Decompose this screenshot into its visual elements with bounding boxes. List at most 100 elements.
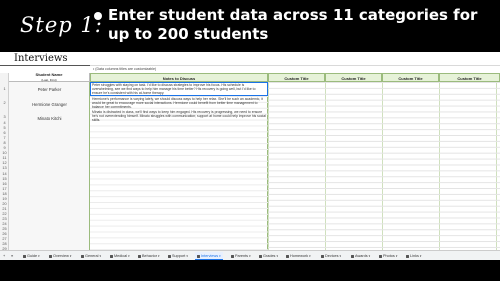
sheet-tab-behavior[interactable]: Behavior▾ xyxy=(136,252,162,260)
chevron-down-icon[interactable]: ▾ xyxy=(340,254,342,258)
chevron-down-icon[interactable]: ▾ xyxy=(276,254,278,258)
sheet-tab-label: Homework xyxy=(290,254,309,258)
step-label: Step 1: xyxy=(20,13,103,37)
row-number[interactable]: 4 xyxy=(0,121,9,125)
student-name-cell[interactable]: Peter Parker xyxy=(9,87,90,92)
row-number[interactable]: 23 xyxy=(0,217,9,221)
chevron-down-icon[interactable]: ▾ xyxy=(249,254,251,258)
notes-header[interactable]: Notes to Discuss xyxy=(90,73,268,82)
add-sheet-icon[interactable]: + xyxy=(3,253,5,259)
student-name-header[interactable]: Student Name (Last, First) xyxy=(9,72,90,82)
sheet-tab-guide[interactable]: Guide▾ xyxy=(21,252,42,260)
row-number[interactable]: 15 xyxy=(0,177,9,181)
bullet-dot xyxy=(94,12,102,20)
sheet-tab-homework[interactable]: Homework▾ xyxy=(284,252,313,260)
row-number[interactable]: 17 xyxy=(0,187,9,191)
sheet-tab-label: General xyxy=(85,254,99,258)
row-number[interactable]: 5 xyxy=(0,126,9,130)
selected-cell-outline xyxy=(90,82,268,96)
lock-icon xyxy=(138,254,141,258)
student-name-column: Peter Parker Hermione Granger Minato Kit… xyxy=(9,82,90,259)
lock-icon xyxy=(321,254,324,258)
sheet-tab-label: Medical xyxy=(114,254,128,258)
row-number[interactable]: 14 xyxy=(0,172,9,176)
row-number[interactable]: 25 xyxy=(0,227,9,231)
row-number[interactable]: 16 xyxy=(0,182,9,186)
sheet-tab-label: Guide xyxy=(27,254,38,258)
sheet-tab-support[interactable]: Support▾ xyxy=(166,252,190,260)
chevron-down-icon[interactable]: ▾ xyxy=(100,254,102,258)
row-number[interactable]: 13 xyxy=(0,166,9,170)
lock-icon xyxy=(81,254,84,258)
chevron-down-icon[interactable]: ▾ xyxy=(396,254,398,258)
lock-icon xyxy=(49,254,52,258)
row-number[interactable]: 22 xyxy=(0,212,9,216)
chevron-down-icon[interactable]: ▾ xyxy=(38,254,40,258)
sheet-tab-devices[interactable]: Devices▾ xyxy=(319,252,343,260)
notes-cell[interactable]: Hermione's performance is varying lately… xyxy=(92,97,266,110)
sheet-tab-label: Overview xyxy=(53,254,69,258)
sheet-tab-label: Interviews xyxy=(201,254,219,258)
sheet-tab-label: Parents xyxy=(235,254,249,258)
custom-title-header-1[interactable]: Custom Title xyxy=(268,73,325,82)
lock-icon xyxy=(286,254,289,258)
sheet-tab-photos[interactable]: Photos▾ xyxy=(377,252,399,260)
sheet-tab-overview[interactable]: Overview▾ xyxy=(47,252,73,260)
sheet-tab-awards[interactable]: Awards▾ xyxy=(349,252,372,260)
row-number[interactable]: 7 xyxy=(0,136,9,140)
sheet-tab-interviews[interactable]: Interviews▾ xyxy=(195,252,223,260)
row-number[interactable]: 21 xyxy=(0,207,9,211)
row-number[interactable]: 6 xyxy=(0,131,9,135)
row-number[interactable]: 12 xyxy=(0,161,9,165)
row-number[interactable]: 20 xyxy=(0,202,9,206)
row-number[interactable]: 11 xyxy=(0,156,9,160)
chevron-down-icon[interactable]: ▾ xyxy=(186,254,188,258)
row-number[interactable]: 3 xyxy=(0,115,9,119)
notes-column: Peter struggles with staying on task. I'… xyxy=(90,82,268,259)
row-number[interactable]: 26 xyxy=(0,232,9,236)
lock-icon xyxy=(351,254,354,258)
custom-title-header-3[interactable]: Custom Title xyxy=(382,73,439,82)
student-name-cell[interactable]: Minato Kitchi xyxy=(9,116,90,121)
sheet-tab-medical[interactable]: Medical▾ xyxy=(108,252,132,260)
title-underline xyxy=(0,65,90,66)
chevron-down-icon[interactable]: ▾ xyxy=(309,254,311,258)
chevron-down-icon[interactable]: ▾ xyxy=(128,254,130,258)
chevron-down-icon[interactable]: ▾ xyxy=(158,254,160,258)
row-number[interactable]: 10 xyxy=(0,151,9,155)
bottom-letterbox xyxy=(0,260,500,281)
row-number[interactable]: 27 xyxy=(0,237,9,241)
custom-title-header-2[interactable]: Custom Title xyxy=(325,73,382,82)
chevron-down-icon[interactable]: ▾ xyxy=(219,254,221,258)
sheet-title-row: Interviews xyxy=(0,52,500,66)
row-number[interactable]: 24 xyxy=(0,222,9,226)
sheet-tab-general[interactable]: General▾ xyxy=(79,252,103,260)
custom-columns-grid[interactable] xyxy=(268,82,500,259)
chevron-down-icon[interactable]: ▾ xyxy=(420,254,422,258)
row-number[interactable]: 28 xyxy=(0,242,9,246)
sheet-tab-label: Links xyxy=(410,254,419,258)
row-number[interactable]: 19 xyxy=(0,197,9,201)
lock-icon xyxy=(379,254,382,258)
lock-icon xyxy=(110,254,113,258)
lock-icon xyxy=(259,254,262,258)
row-number[interactable]: 18 xyxy=(0,192,9,196)
custom-title-header-4[interactable]: Custom Title xyxy=(439,73,500,82)
row-number[interactable]: 8 xyxy=(0,141,9,145)
sheet-tab-links[interactable]: Links▾ xyxy=(404,252,423,260)
lock-icon xyxy=(231,254,234,258)
chevron-down-icon[interactable]: ▾ xyxy=(369,254,371,258)
sheet-tab-grades[interactable]: Grades▾ xyxy=(257,252,280,260)
sheet-tab-parents[interactable]: Parents▾ xyxy=(229,252,253,260)
lock-icon xyxy=(197,254,200,258)
student-name-cell[interactable]: Hermione Granger xyxy=(9,102,90,107)
row-number[interactable]: 1 xyxy=(0,87,9,91)
row-number[interactable]: 9 xyxy=(0,146,9,150)
chevron-down-icon[interactable]: ▾ xyxy=(70,254,72,258)
sheet-tab-label: Behavior xyxy=(142,254,157,258)
sheet-tab-label: Support xyxy=(172,254,186,258)
notes-cell[interactable]: Minato is distracted in class, we'll fin… xyxy=(92,110,266,123)
row-number[interactable]: 2 xyxy=(0,101,9,105)
sheet-tab-bar: + ≡ Guide▾ Overview▾ General▾ Medical▾ Behav… xyxy=(0,250,500,260)
all-sheets-icon[interactable]: ≡ xyxy=(11,253,13,259)
